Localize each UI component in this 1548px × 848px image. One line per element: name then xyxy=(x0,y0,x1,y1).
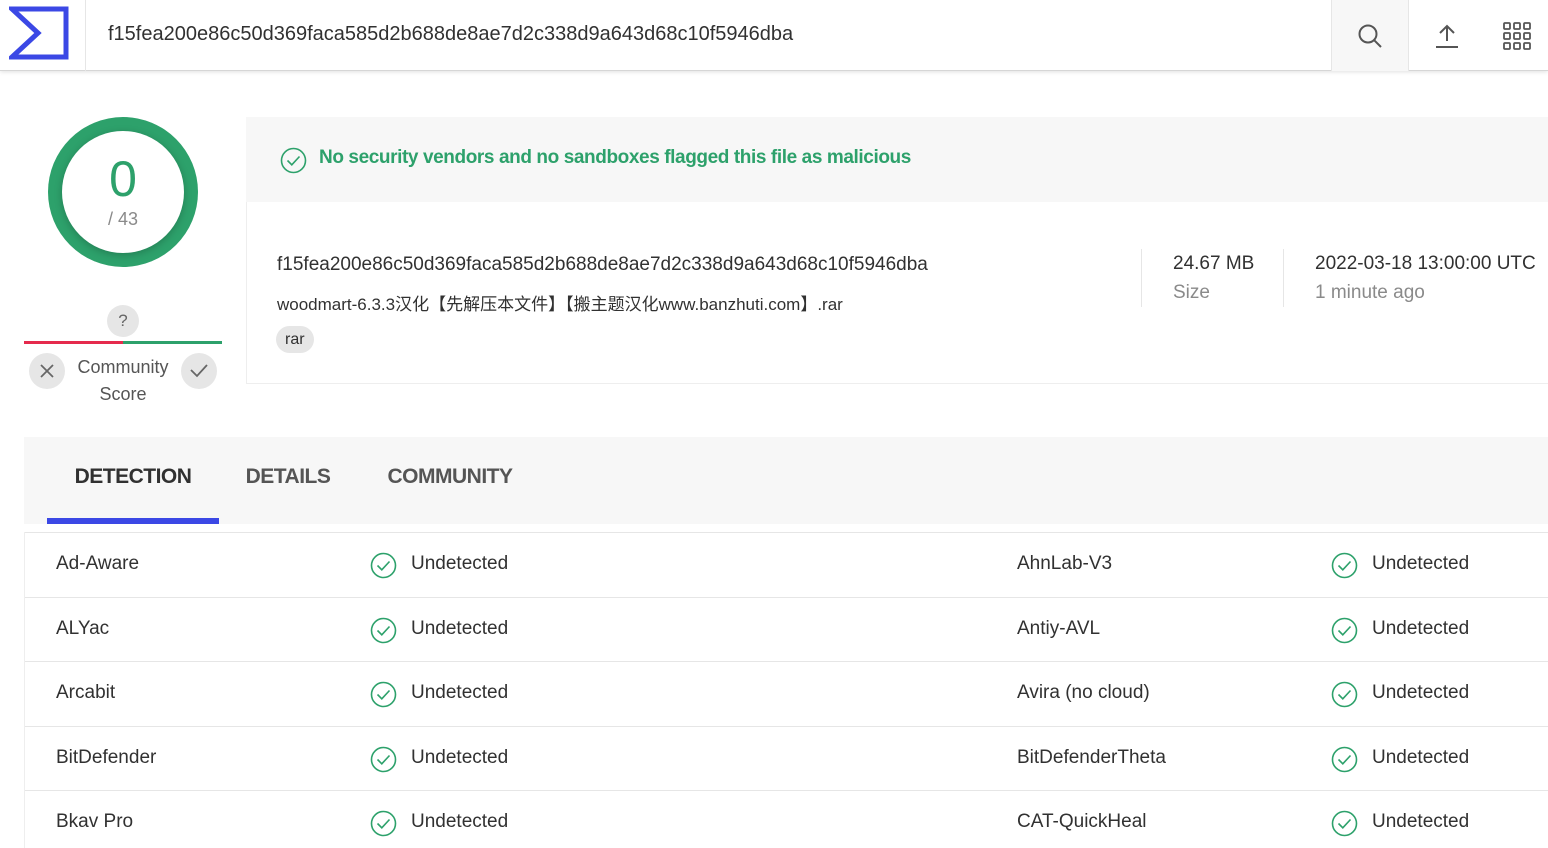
vendor-name: Arcabit xyxy=(56,682,116,704)
detection-result: Undetected xyxy=(1372,811,1470,833)
detection-score-ring: 0 / 43 xyxy=(48,117,198,267)
tab-detection[interactable]: DETECTION xyxy=(47,437,219,524)
detection-result: Undetected xyxy=(411,811,509,833)
divider xyxy=(1141,249,1142,307)
vote-harmless-button[interactable] xyxy=(181,353,217,389)
check-circle-icon xyxy=(370,746,397,773)
community-score-bar-negative xyxy=(24,341,123,344)
check-circle-icon xyxy=(1331,552,1358,579)
community-score-label: Community Score xyxy=(77,357,169,404)
detection-total: / 43 xyxy=(107,209,139,229)
file-name: woodmart-6.3.3汉化【先解压本文件】【搬主题汉化www.banzhu… xyxy=(277,295,843,314)
detection-result: Undetected xyxy=(411,617,509,639)
detection-result: Undetected xyxy=(1372,682,1470,704)
vendor-name: Bkav Pro xyxy=(56,811,134,833)
file-size-label: Size xyxy=(1173,282,1210,303)
apps-grid-icon xyxy=(1502,21,1531,50)
check-circle-icon xyxy=(280,147,307,174)
table-row: BitDefender Undetected BitDefenderTheta Und… xyxy=(25,725,1548,791)
check-circle-icon xyxy=(370,617,397,643)
vendor-name: CAT-QuickHeal xyxy=(1017,811,1147,833)
detection-result: Undetected xyxy=(1372,617,1470,639)
search-input[interactable] xyxy=(108,18,1308,50)
detection-result: Undetected xyxy=(411,682,509,704)
detection-result: Undetected xyxy=(411,746,509,768)
detection-result: Undetected xyxy=(411,553,509,574)
vendor-name: Avira (no cloud) xyxy=(1017,682,1150,704)
upload-button[interactable] xyxy=(1409,0,1485,71)
virustotal-logo-icon[interactable] xyxy=(0,0,86,71)
close-icon xyxy=(40,364,54,378)
analysis-date-value: 2022-03-18 13:00:00 UTC xyxy=(1315,253,1536,274)
check-circle-icon xyxy=(1331,617,1358,643)
verdict-message: No security vendors and no sandboxes fla… xyxy=(319,147,911,168)
check-icon xyxy=(190,364,208,378)
vendor-name: Antiy-AVL xyxy=(1017,617,1101,639)
table-row: ALYac Undetected Antiy-AVL Undetected xyxy=(25,596,1548,662)
file-type-tag[interactable]: rar xyxy=(276,326,314,353)
community-score-bar-positive xyxy=(123,341,222,344)
table-row: Ad-Aware Undetected AhnLab-V3 Undetected xyxy=(25,532,1548,597)
vendor-name: BitDefender xyxy=(56,746,157,768)
detection-count: 0 xyxy=(109,151,137,207)
apps-button[interactable] xyxy=(1485,0,1548,71)
search-button[interactable] xyxy=(1331,0,1409,71)
search-icon xyxy=(1358,24,1382,48)
table-row: Bkav Pro Undetected CAT-QuickHeal Undetecte… xyxy=(25,790,1548,848)
check-circle-icon xyxy=(370,552,397,579)
report-tabs: DETECTION DETAILS COMMUNITY xyxy=(24,437,1548,524)
tab-community[interactable]: COMMUNITY xyxy=(374,437,526,524)
divider xyxy=(1283,249,1284,307)
file-size-value: 24.67 MB xyxy=(1173,253,1255,274)
community-score-value: ? xyxy=(107,305,139,337)
active-tab-indicator xyxy=(47,518,219,524)
upload-icon xyxy=(1436,24,1458,48)
detection-table: Ad-Aware Undetected AhnLab-V3 Undetected ALY… xyxy=(24,532,1548,848)
vendor-name: BitDefenderTheta xyxy=(1017,746,1166,768)
detection-score-inner: 0 / 43 xyxy=(62,131,184,253)
vendor-name: Ad-Aware xyxy=(56,553,140,574)
check-circle-icon xyxy=(370,681,397,708)
analysis-date-relative: 1 minute ago xyxy=(1315,282,1425,303)
file-hash[interactable]: f15fea200e86c50d369faca585d2b688de8ae7d2… xyxy=(277,254,928,276)
table-row: Arcabit Undetected Avira (no cloud) Undetec… xyxy=(25,661,1548,726)
check-circle-icon xyxy=(1331,681,1358,708)
tab-details[interactable]: DETAILS xyxy=(237,437,339,524)
vote-malicious-button[interactable] xyxy=(29,353,65,389)
check-circle-icon xyxy=(1331,811,1358,837)
check-circle-icon xyxy=(1331,746,1358,773)
check-circle-icon xyxy=(370,811,397,837)
vendor-name: ALYac xyxy=(56,617,110,639)
detection-result: Undetected xyxy=(1372,746,1470,768)
top-bar xyxy=(0,0,1548,71)
file-info-card: f15fea200e86c50d369faca585d2b688de8ae7d2… xyxy=(246,202,1548,384)
vendor-name: AhnLab-V3 xyxy=(1017,553,1113,574)
detection-result: Undetected xyxy=(1372,553,1470,574)
verdict-banner: No security vendors and no sandboxes fla… xyxy=(246,117,1548,202)
